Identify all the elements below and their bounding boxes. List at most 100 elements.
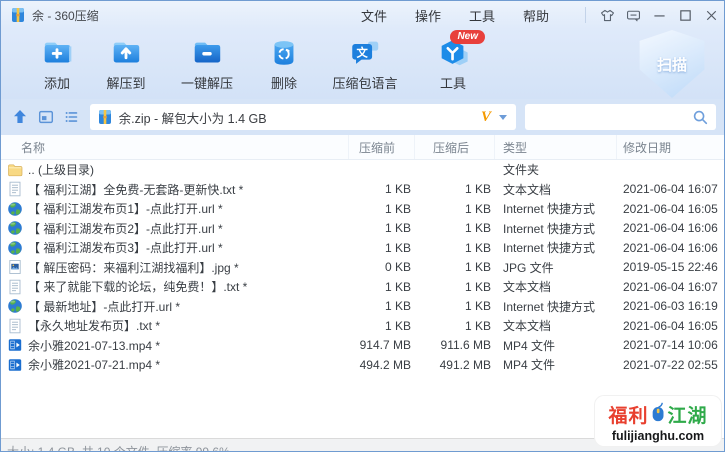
maximize-button[interactable] bbox=[672, 4, 698, 26]
search-icon[interactable] bbox=[691, 108, 709, 126]
column-header-date[interactable]: 修改日期 bbox=[617, 135, 724, 159]
file-name: 余小雅2021-07-21.mp4 * bbox=[28, 358, 161, 373]
size-after-cell: 911.6 MB bbox=[440, 338, 491, 353]
file-row[interactable]: .. (上级目录) 文件夹 bbox=[1, 160, 724, 180]
dropdown-arrow-icon[interactable] bbox=[499, 114, 508, 120]
one-key-extract-folder-icon bbox=[190, 36, 224, 70]
file-name: 余小雅2021-07-13.mp4 * bbox=[28, 338, 161, 353]
window-title: 余 - 360压缩 bbox=[32, 8, 99, 23]
modified-date-cell: 2021-06-04 16:06 bbox=[623, 221, 718, 236]
file-type-cell: Internet 快捷方式 bbox=[503, 221, 596, 236]
file-name: 【 福利江湖】全免费-无套路-更新快.txt * bbox=[28, 182, 244, 197]
size-before-cell: 494.2 MB bbox=[359, 357, 411, 372]
skin-shirt-icon[interactable] bbox=[594, 4, 620, 26]
modified-date-cell: 2021-06-03 16:19 bbox=[623, 299, 718, 314]
file-row[interactable]: 【 最新地址】-点此打开.url * 1 KB 1 KB Internet 快捷方式 2… bbox=[1, 297, 724, 317]
modified-date-cell: 2019-05-15 22:46 bbox=[623, 260, 718, 275]
zip-archive-icon bbox=[10, 7, 26, 23]
toolbar-button-archive-language-bubble[interactable]: 文压缩包语言 bbox=[317, 34, 413, 94]
file-name-cell: 余小雅2021-07-13.mp4 * bbox=[1, 337, 349, 354]
file-row[interactable]: 【 福利江湖发布页1】-点此打开.url * 1 KB 1 KB Internet 快… bbox=[1, 199, 724, 219]
archive-path-combobox[interactable]: 余.zip - 解包大小为 1.4 GB V bbox=[89, 104, 517, 130]
mp4-file-icon bbox=[7, 357, 23, 373]
toolbar: 添加 解压到 一键解压 删除文压缩包语言 工具 New 扫描 bbox=[1, 29, 724, 99]
svg-text:文: 文 bbox=[356, 45, 368, 59]
feedback-icon[interactable] bbox=[620, 4, 646, 26]
file-list: .. (上级目录) 文件夹【 福利江湖】全免费-无套路-更新快.txt * 1 KB… bbox=[1, 160, 724, 375]
toolbar-button-delete-trash[interactable]: 删除 bbox=[251, 34, 317, 94]
txt-file-icon bbox=[7, 279, 23, 295]
file-type-cell: 文本文档 bbox=[503, 319, 552, 334]
file-type-cell: MP4 文件 bbox=[503, 358, 556, 373]
size-after-cell: 1 KB bbox=[464, 279, 491, 294]
toolbar-button-extract-to-folder[interactable]: 解压到 bbox=[89, 34, 163, 94]
menu-help[interactable]: 帮助 bbox=[509, 2, 563, 29]
toolbar-button-tools-cube[interactable]: 工具 New bbox=[413, 30, 493, 94]
file-name-cell: 余小雅2021-07-21.mp4 * bbox=[1, 356, 349, 373]
size-before-cell: 1 KB bbox=[384, 221, 411, 236]
file-name-cell: .. (上级目录) bbox=[1, 161, 349, 178]
file-row[interactable]: 【永久地址发布页】.txt * 1 KB 1 KB 文本文档 2021-06-04 16… bbox=[1, 316, 724, 336]
modified-date-cell: 2021-06-04 16:06 bbox=[623, 240, 718, 255]
file-row[interactable]: 余小雅2021-07-13.mp4 * 914.7 MB 911.6 MB MP4 文… bbox=[1, 336, 724, 356]
column-header-type[interactable]: 类型 bbox=[495, 135, 617, 159]
size-after-cell: 1 KB bbox=[464, 221, 491, 236]
scan-shield-button[interactable]: 扫描 bbox=[639, 30, 705, 98]
column-header-name[interactable]: 名称 bbox=[1, 135, 349, 159]
column-header-after[interactable]: 压缩后 bbox=[415, 135, 495, 159]
search-input[interactable] bbox=[532, 109, 692, 125]
size-after-cell: 1 KB bbox=[464, 182, 491, 197]
add-folder-icon bbox=[40, 36, 74, 70]
file-name: 【 来了就能下载的论坛，纯免费！】.txt * bbox=[28, 280, 248, 295]
watermark-brand-left: 福利 bbox=[608, 406, 649, 427]
size-before-cell: 1 KB bbox=[384, 279, 411, 294]
preview-pane-icon[interactable] bbox=[35, 106, 56, 128]
titlebar-separator bbox=[585, 7, 586, 23]
toolbar-button-label: 一键解压 bbox=[180, 76, 233, 91]
menu-action[interactable]: 操作 bbox=[401, 2, 455, 29]
url-file-icon bbox=[7, 240, 23, 256]
watermark-brand: 福利 江湖 bbox=[599, 401, 717, 428]
menu-tools[interactable]: 工具 bbox=[455, 2, 509, 29]
file-row[interactable]: 【 来了就能下载的论坛，纯免费！】.txt * 1 KB 1 KB 文本文档 2021-… bbox=[1, 277, 724, 297]
file-row[interactable]: 【 福利江湖发布页2】-点此打开.url * 1 KB 1 KB Internet 快… bbox=[1, 219, 724, 239]
file-type-cell: JPG 文件 bbox=[503, 260, 554, 275]
size-before-cell: 1 KB bbox=[384, 201, 411, 216]
column-header-before[interactable]: 压缩前 bbox=[349, 135, 415, 159]
file-row[interactable]: 余小雅2021-07-21.mp4 * 494.2 MB 491.2 MB MP4 文… bbox=[1, 355, 724, 375]
file-row[interactable]: 【 福利江湖发布页3】-点此打开.url * 1 KB 1 KB Internet 快… bbox=[1, 238, 724, 258]
file-type-cell: Internet 快捷方式 bbox=[503, 202, 596, 217]
menu-file[interactable]: 文件 bbox=[347, 2, 401, 29]
close-button[interactable] bbox=[698, 4, 724, 26]
list-view-icon[interactable] bbox=[61, 106, 82, 128]
toolbar-button-one-key-extract-folder[interactable]: 一键解压 bbox=[163, 34, 251, 94]
toolbar-button-label: 添加 bbox=[43, 76, 70, 91]
vip-v-icon[interactable]: V bbox=[481, 109, 491, 126]
minimize-button[interactable] bbox=[646, 4, 672, 26]
file-name-cell: 【 福利江湖】全免费-无套路-更新快.txt * bbox=[1, 181, 349, 198]
status-text: 大小: 1.4 GB, 共 10 个文件, 压缩率 99.6% bbox=[7, 445, 230, 452]
up-level-arrow-icon[interactable] bbox=[9, 106, 30, 128]
list-header: 名称 压缩前 压缩后 类型 修改日期 bbox=[1, 135, 724, 160]
size-after-cell: 1 KB bbox=[464, 299, 491, 314]
file-type-cell: Internet 快捷方式 bbox=[503, 241, 596, 256]
toolbar-button-add-folder[interactable]: 添加 bbox=[25, 34, 89, 94]
file-type-cell: MP4 文件 bbox=[503, 338, 556, 353]
file-name-cell: 【 福利江湖发布页3】-点此打开.url * bbox=[1, 239, 349, 256]
file-name: 【 福利江湖发布页3】-点此打开.url * bbox=[28, 241, 223, 256]
toolbar-button-label: 解压到 bbox=[106, 76, 146, 91]
jpg-file-icon bbox=[7, 259, 23, 275]
size-after-cell: 1 KB bbox=[464, 260, 491, 275]
toolbar-button-label: 工具 bbox=[439, 76, 466, 91]
size-before-cell: 1 KB bbox=[384, 182, 411, 197]
size-before-cell: 914.7 MB bbox=[359, 338, 411, 353]
file-type-cell: 文件夹 bbox=[503, 163, 540, 178]
file-name: 【 福利江湖发布页2】-点此打开.url * bbox=[28, 221, 223, 236]
folder-file-icon bbox=[7, 162, 23, 178]
file-name-cell: 【 福利江湖发布页2】-点此打开.url * bbox=[1, 220, 349, 237]
file-name-cell: 【永久地址发布页】.txt * bbox=[1, 317, 349, 334]
file-row[interactable]: 【 解压密码：来福利江湖找福利】.jpg * 0 KB 1 KB JPG 文件 2019… bbox=[1, 258, 724, 278]
file-row[interactable]: 【 福利江湖】全免费-无套路-更新快.txt * 1 KB 1 KB 文本文档 2021… bbox=[1, 180, 724, 200]
watermark: 福利 江湖 fulijianghu.com bbox=[595, 396, 721, 446]
menu-bar: 文件 操作 工具 帮助 bbox=[347, 2, 563, 29]
